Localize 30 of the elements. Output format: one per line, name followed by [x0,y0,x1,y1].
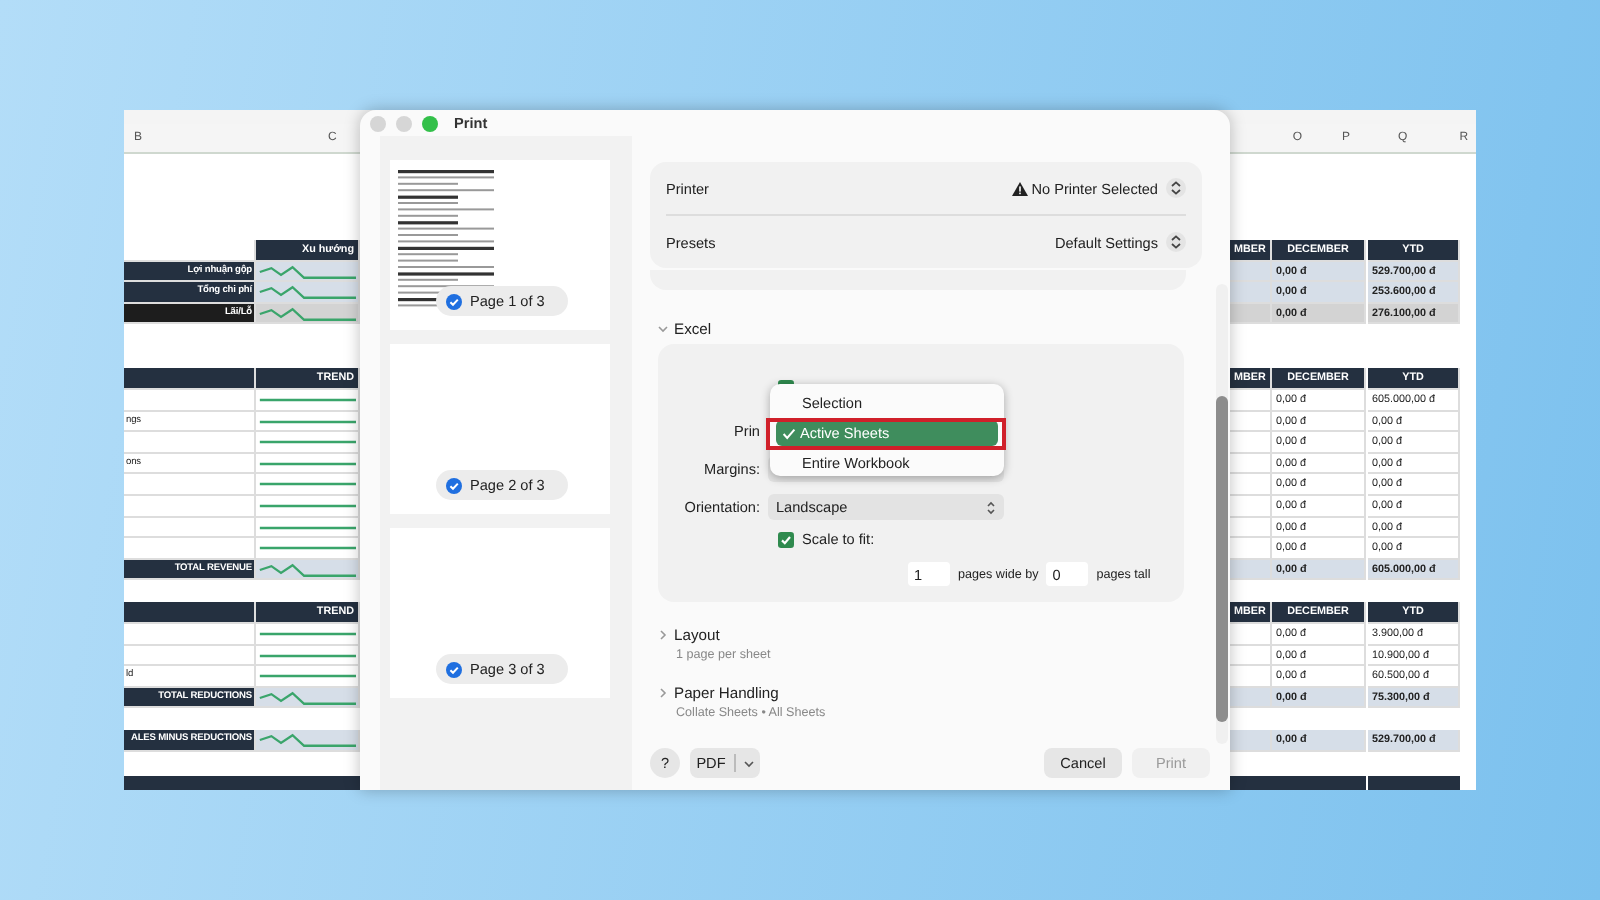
stepper-icon[interactable] [1166,232,1186,252]
checkbox[interactable] [778,531,794,547]
close-button[interactable] [370,115,386,131]
table-header-cell [124,368,256,390]
sparkline-drawing [256,261,356,281]
table-cell [1230,559,1272,581]
sparkline-drawing [256,282,356,302]
checkmark-icon[interactable] [446,477,462,493]
table-cell [1230,730,1272,752]
sparkline-drawing [256,559,356,579]
check-icon [782,427,796,439]
stepper-icon[interactable] [1166,178,1186,198]
minimize-button[interactable] [396,115,412,131]
scrollbar-thumb[interactable] [1216,396,1228,722]
checkmark-icon[interactable] [446,661,462,677]
sparkline-drawing [256,303,356,323]
table-header-cell [124,602,256,624]
checkmark-icon[interactable] [446,293,462,309]
table-cell [1230,687,1272,709]
table-cell [1230,261,1272,283]
zoom-button[interactable] [422,115,438,131]
table-cell [1230,282,1272,304]
sparkline-drawing [256,730,356,750]
updown-icon [986,499,996,515]
sparkline-drawing [256,687,356,707]
chevron-icon[interactable] [658,687,668,697]
chevron-icon [743,759,754,767]
chevron-icon[interactable] [658,629,668,639]
chevron-icon[interactable] [658,323,668,333]
table-cell [1230,303,1272,325]
